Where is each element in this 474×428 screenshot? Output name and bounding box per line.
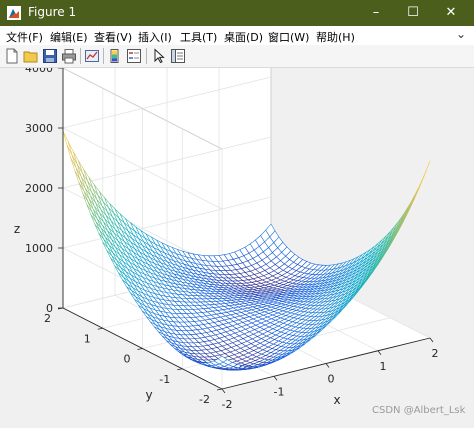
window-titlebar[interactable]: Figure 1 – ☐ ✕ xyxy=(0,0,474,26)
menu-insert[interactable]: 插入(I) xyxy=(138,29,172,45)
z-tick-label: 0 xyxy=(46,302,53,315)
x-tick-label: -1 xyxy=(274,385,285,398)
mesh-plot[interactable]: -2-1012-2-101201000200030004000xyz xyxy=(0,68,474,424)
legend-icon[interactable] xyxy=(126,48,142,64)
minimize-button[interactable]: – xyxy=(357,0,395,26)
y-tick-label: -1 xyxy=(159,373,170,386)
y-tick-mark xyxy=(177,369,182,370)
menu-edit[interactable]: 编辑(E) xyxy=(50,29,88,45)
menu-window[interactable]: 窗口(W) xyxy=(268,29,309,45)
new-figure-icon[interactable] xyxy=(4,48,20,64)
colorbar-icon[interactable] xyxy=(107,48,123,64)
z-tick-label: 2000 xyxy=(25,182,53,195)
x-tick-label: -2 xyxy=(222,398,233,411)
x-axis-label: x xyxy=(333,393,340,407)
menu-view[interactable]: 查看(V) xyxy=(94,29,132,45)
x-tick-label: 2 xyxy=(432,347,439,360)
x-tick-mark xyxy=(222,389,225,393)
toolbar-separator xyxy=(103,48,104,64)
z-tick-label: 3000 xyxy=(25,122,53,135)
x-tick-mark xyxy=(274,376,277,380)
x-tick-label: 0 xyxy=(328,373,335,386)
x-tick-mark xyxy=(378,351,381,355)
toolbar-separator xyxy=(146,48,147,64)
save-icon[interactable] xyxy=(42,48,58,64)
print-icon[interactable] xyxy=(61,48,77,64)
z-tick-label: 1000 xyxy=(25,242,53,255)
link-plot-icon[interactable] xyxy=(84,48,100,64)
y-tick-mark xyxy=(217,389,222,390)
watermark: CSDN @Albert_Lsk xyxy=(372,405,465,416)
menu-file[interactable]: 文件(F) xyxy=(6,29,43,45)
menu-help[interactable]: 帮助(H) xyxy=(316,29,355,45)
y-tick-label: 1 xyxy=(84,332,91,345)
figure-canvas[interactable]: -2-1012-2-101201000200030004000xyz xyxy=(0,68,474,424)
menu-tools[interactable]: 工具(T) xyxy=(180,29,217,45)
figure-toolbar xyxy=(0,45,474,68)
y-tick-label: -2 xyxy=(199,393,210,406)
x-tick-mark xyxy=(326,364,329,368)
close-button[interactable]: ✕ xyxy=(432,0,470,26)
menu-desktop[interactable]: 桌面(D) xyxy=(224,29,263,45)
x-tick-label: 1 xyxy=(380,360,387,373)
matlab-figure-icon xyxy=(7,6,21,20)
chevron-down-icon[interactable]: ⌄ xyxy=(456,27,466,41)
property-inspector-icon[interactable] xyxy=(170,48,186,64)
z-tick-label: 4000 xyxy=(25,68,53,75)
mesh-cell xyxy=(421,161,430,184)
open-file-icon[interactable] xyxy=(23,48,39,64)
y-tick-label: 0 xyxy=(124,353,131,366)
z-axis-label: z xyxy=(14,222,20,236)
y-tick-mark xyxy=(98,328,103,329)
toolbar-separator xyxy=(80,48,81,64)
pointer-icon[interactable] xyxy=(151,48,167,64)
x-tick-mark xyxy=(430,338,433,342)
close-icon: ✕ xyxy=(446,5,457,20)
y-tick-mark xyxy=(138,349,143,350)
y-axis-label: y xyxy=(145,388,152,402)
menu-bar: 文件(F) 编辑(E) 查看(V) 插入(I) 工具(T) 桌面(D) 窗口(W… xyxy=(0,26,474,45)
window-title: Figure 1 xyxy=(28,5,76,19)
maximize-button[interactable]: ☐ xyxy=(394,0,432,26)
maximize-icon: ☐ xyxy=(407,5,419,20)
minimize-icon: – xyxy=(373,5,380,20)
